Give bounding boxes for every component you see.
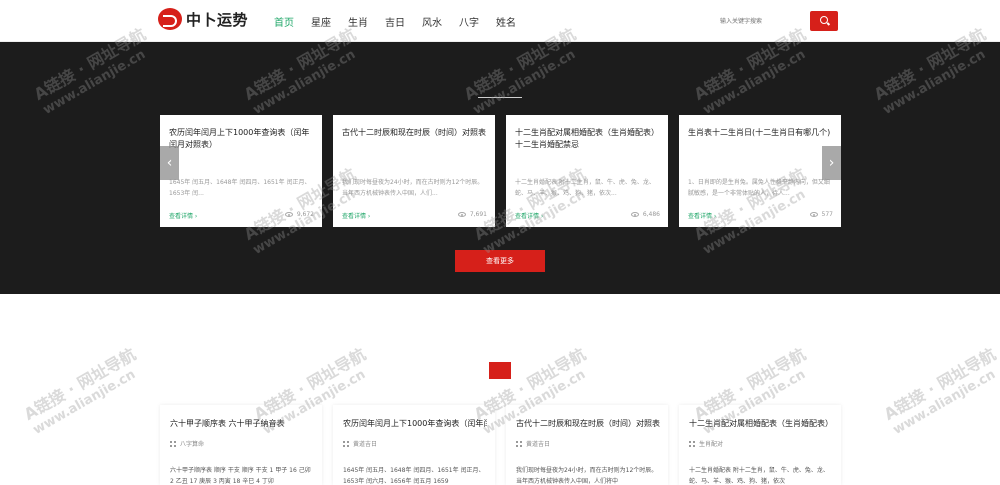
card-title[interactable]: 古代十二时辰和现在时辰（时间）对照表 (342, 127, 488, 139)
featured-card[interactable]: 十二生肖配对属相婚配表（生肖婚配表）十二生肖婚配禁忌 十二生肖婚配表 附十二生肖… (506, 115, 668, 227)
search-box (714, 11, 838, 31)
article-title[interactable]: 农历闰年闰月上下1000年查询表（闰年闰月对照表） (343, 418, 487, 430)
article-desc: 十二生肖婚配表 附十二生肖，鼠、牛、虎、兔、龙、蛇、马、羊、猴、鸡、狗、猪，依次 (689, 467, 829, 485)
article-category[interactable]: 生肖配对 (689, 439, 723, 448)
card-desc: 我们现时每昼夜为24小时，而在古时则为12个时辰。当年西方机械钟表传入中国，人们… (342, 179, 484, 197)
card-views: 577 (809, 211, 833, 218)
search-icon[interactable] (810, 11, 838, 31)
featured-card[interactable]: 古代十二时辰和现在时辰（时间）对照表 我们现时每昼夜为24小时，而在古时则为12… (333, 115, 495, 227)
category-icon (516, 440, 522, 447)
watermark: A链接 · 网址导航 www.alianjie.cn (880, 344, 999, 438)
card-title[interactable]: 农历闰年闰月上下1000年查询表（闰年闰月对照表） (169, 127, 315, 151)
article-card[interactable]: 古代十二时辰和现在时辰（时间）对照表 黄道吉日 我们现时每昼夜为24小时，而在古… (506, 405, 668, 485)
eye-icon (457, 212, 466, 217)
search-input[interactable] (714, 11, 810, 31)
watermark: A链接 · 网址导航 www.alianjie.cn (20, 344, 139, 438)
card-views: 9,672 (284, 211, 314, 218)
carousel-next-icon[interactable]: › (822, 146, 841, 180)
nav-item-name[interactable]: 姓名 (496, 14, 516, 29)
card-more-link[interactable]: 查看详情 › (688, 211, 716, 220)
card-views: 7,691 (457, 211, 487, 218)
nav-item-auspicious-day[interactable]: 吉日 (385, 14, 405, 29)
card-title[interactable]: 生肖表十二生肖日(十二生肖日有哪几个) (688, 127, 834, 139)
card-desc: 1、日肖即的是生肖兔。属兔人性格平静内向，但又细腻敏感，是一个非常体贴的人，待人… (688, 179, 830, 197)
nav-item-bazi[interactable]: 八字 (459, 14, 479, 29)
article-title[interactable]: 十二生肖配对属相婚配表（生肖婚配表） (689, 418, 833, 430)
card-desc: 1645年 闰五月、1648年 闰四月、1651年 闰正月、1653年 闰... (169, 179, 311, 197)
card-more-link[interactable]: 查看详情 › (169, 211, 197, 220)
nav-item-home[interactable]: 首页 (274, 14, 294, 29)
eye-icon (809, 212, 818, 217)
article-category[interactable]: 黄道吉日 (516, 439, 550, 448)
card-more-link[interactable]: 查看详情 › (515, 211, 543, 220)
logo-icon (158, 8, 182, 30)
main-nav: 首页 星座 生肖 吉日 风水 八字 姓名 (274, 0, 533, 42)
article-title[interactable]: 古代十二时辰和现在时辰（时间）对照表 (516, 418, 660, 430)
nav-item-fengshui[interactable]: 风水 (422, 14, 442, 29)
article-desc: 六十甲子顺序表 顺序 干支 顺序 干支 1 甲子 16 己卯 2 乙丑 17 庚… (170, 467, 311, 485)
eye-icon (630, 212, 639, 217)
site-logo[interactable]: 中卜运势 (158, 8, 248, 30)
carousel-prev-icon[interactable]: ‹ (160, 146, 179, 180)
card-title[interactable]: 十二生肖配对属相婚配表（生肖婚配表）十二生肖婚配禁忌 (515, 127, 661, 151)
article-desc: 我们现时每昼夜为24小时，而在古时则为12个时辰。当年西方机械钟表传入中国，人们… (516, 467, 658, 485)
section-marker (489, 362, 511, 379)
article-title[interactable]: 六十甲子顺序表 六十甲子納音表 (170, 418, 314, 430)
article-category[interactable]: 八字算命 (170, 439, 204, 448)
featured-card[interactable]: 生肖表十二生肖日(十二生肖日有哪几个) 1、日肖即的是生肖兔。属兔人性格平静内向… (679, 115, 841, 227)
article-card[interactable]: 六十甲子顺序表 六十甲子納音表 八字算命 六十甲子顺序表 顺序 干支 顺序 干支… (160, 405, 322, 485)
nav-item-constellation[interactable]: 星座 (311, 14, 331, 29)
article-card[interactable]: 十二生肖配对属相婚配表（生肖婚配表） 生肖配对 十二生肖婚配表 附十二生肖，鼠、… (679, 405, 841, 485)
site-header: 中卜运势 首页 星座 生肖 吉日 风水 八字 姓名 (0, 0, 1000, 42)
article-card[interactable]: 农历闰年闰月上下1000年查询表（闰年闰月对照表） 黄道吉日 1645年 闰五月… (333, 405, 495, 485)
section-divider (478, 97, 522, 98)
card-desc: 十二生肖婚配表 附十二生肖，鼠、牛、虎、兔、龙、蛇、马、羊、猴、鸡、狗、猪，依次… (515, 179, 655, 197)
featured-section: 农历闰年闰月上下1000年查询表（闰年闰月对照表） 1645年 闰五月、1648… (0, 42, 1000, 294)
article-desc: 1645年 闰五月、1648年 闰四月、1651年 闰正月、1653年 闰六月、… (343, 467, 485, 485)
featured-card[interactable]: 农历闰年闰月上下1000年查询表（闰年闰月对照表） 1645年 闰五月、1648… (160, 115, 322, 227)
category-icon (689, 440, 695, 447)
view-more-button[interactable]: 查看更多 (455, 250, 545, 272)
eye-icon (284, 212, 293, 217)
nav-item-zodiac[interactable]: 生肖 (348, 14, 368, 29)
card-views: 6,486 (630, 211, 660, 218)
card-more-link[interactable]: 查看详情 › (342, 211, 370, 220)
article-category[interactable]: 黄道吉日 (343, 439, 377, 448)
logo-text: 中卜运势 (186, 10, 249, 29)
category-icon (170, 440, 176, 447)
category-icon (343, 440, 349, 447)
